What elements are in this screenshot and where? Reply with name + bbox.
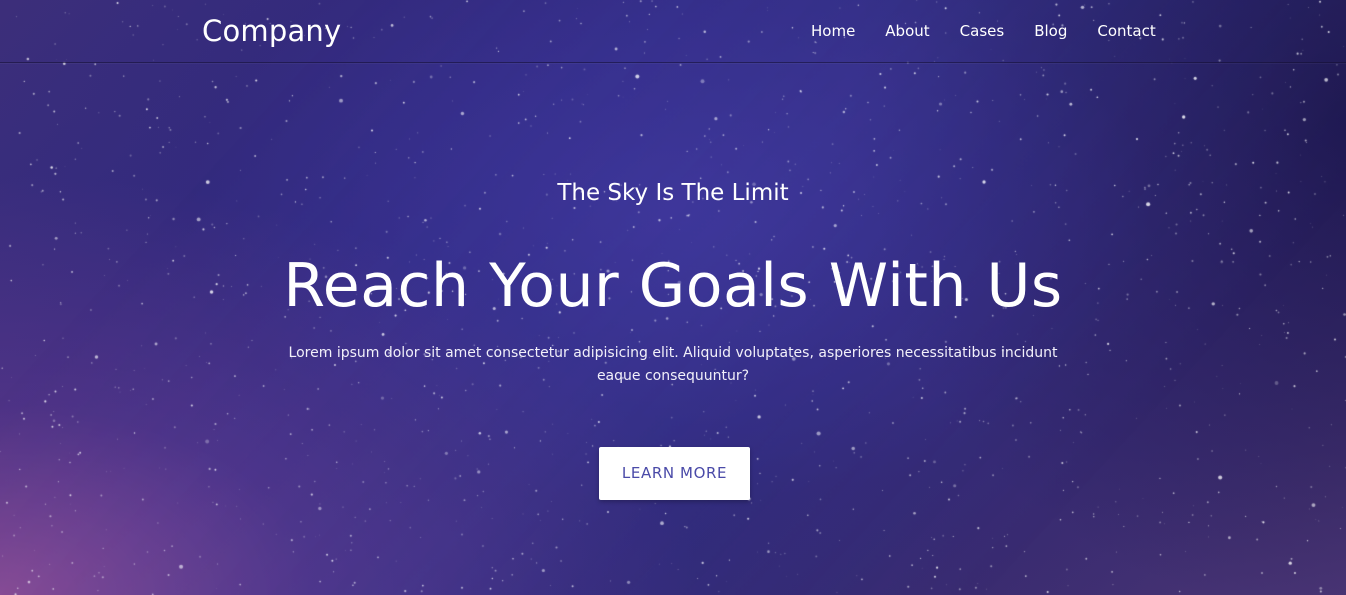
nav-link-blog[interactable]: Blog xyxy=(1019,19,1082,43)
hero-lead-text: Lorem ipsum dolor sit amet consectetur a… xyxy=(288,345,1058,384)
learn-more-button[interactable]: LEARN MORE xyxy=(599,447,750,500)
nav-item-home: Home xyxy=(796,19,870,43)
nav-menu: Home About Cases Blog Contact xyxy=(796,19,1171,43)
nav-link-home[interactable]: Home xyxy=(796,19,870,43)
nav-item-blog: Blog xyxy=(1019,19,1082,43)
hero-headline: Reach Your Goals With Us xyxy=(283,251,1063,321)
nav-item-contact: Contact xyxy=(1082,19,1170,43)
nav-item-cases: Cases xyxy=(945,19,1020,43)
hero-tagline: The Sky Is The Limit xyxy=(557,180,789,206)
nav-link-about[interactable]: About xyxy=(870,19,944,43)
brand-logo[interactable]: Company xyxy=(202,13,341,49)
nav-link-cases[interactable]: Cases xyxy=(945,19,1020,43)
nav-item-about: About xyxy=(870,19,944,43)
nav-link-contact[interactable]: Contact xyxy=(1082,19,1170,43)
navbar: Company Home About Cases Blog Contact xyxy=(0,0,1346,63)
